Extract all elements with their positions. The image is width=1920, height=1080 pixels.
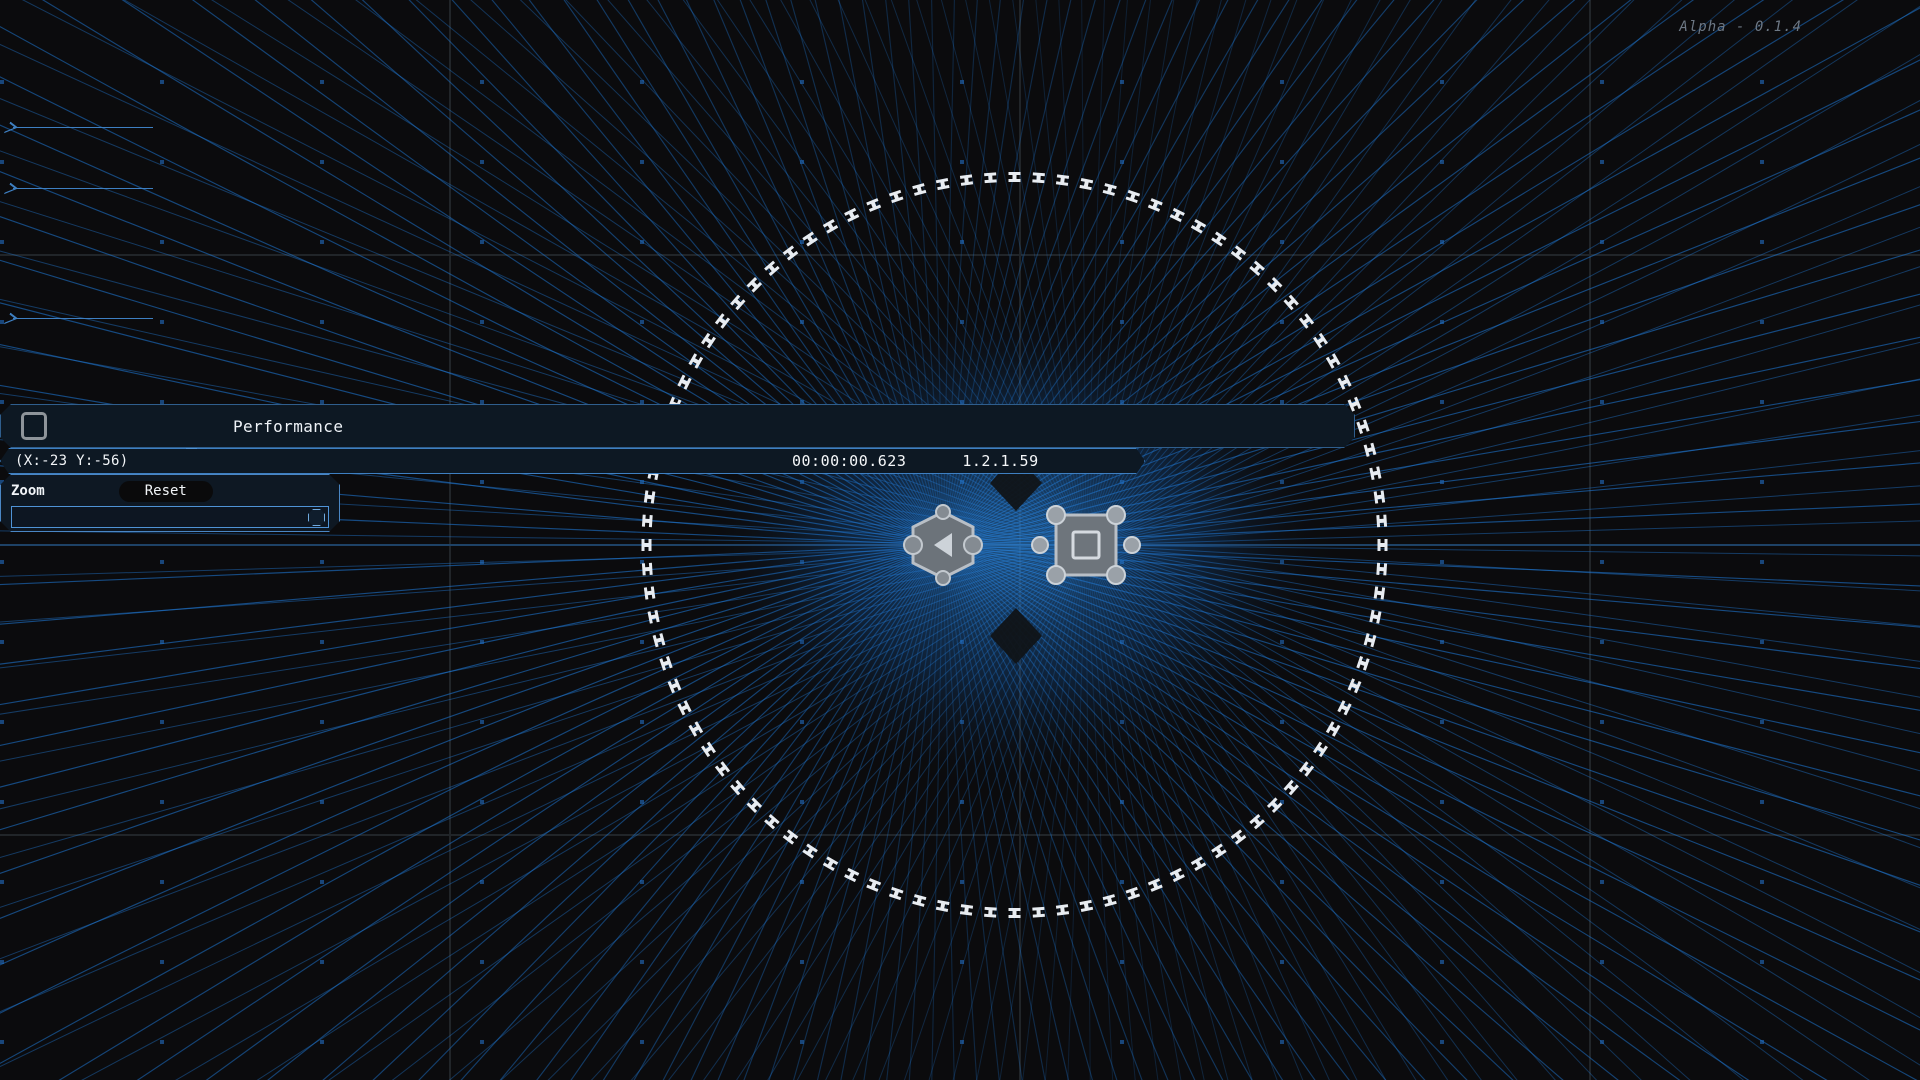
status-divider [191, 448, 192, 474]
canvas-graphics [0, 0, 1920, 1080]
status-bar: (X:-23 Y:-56) 00:00:00.623 1.2.1.59 [0, 448, 1145, 474]
app-window: Main Menu (Esc) Toolbox [0, 0, 1920, 1080]
timecode-display: 00:00:00.623 [792, 452, 906, 470]
transport-controls [1, 412, 61, 440]
zoom-label: Zoom [11, 483, 45, 499]
zoom-panel: Zoom Reset [0, 474, 340, 532]
zoom-slider[interactable] [11, 506, 329, 528]
toolbox-divider-3 [7, 312, 155, 325]
sequencer-canvas[interactable] [0, 0, 1920, 1080]
emitter-node [1032, 506, 1140, 584]
cursor-coordinates: (X:-23 Y:-56) [1, 453, 191, 469]
bars-beats-display: 1.2.1.59 [962, 452, 1038, 470]
zoom-slider-handle[interactable] [308, 509, 325, 526]
performance-mode-label: Performance [233, 417, 343, 436]
zoom-panel-header: Zoom Reset [11, 480, 329, 502]
top-toolbar: Performance Tempo 120 Tap Scale C [0, 404, 1355, 448]
zoom-reset-button[interactable]: Reset [119, 481, 213, 502]
toolbox-divider-2 [7, 182, 155, 195]
toolbox-divider-1 [7, 121, 155, 134]
version-label: Alpha - 0.1.4 [1679, 19, 1802, 35]
stop-square-icon[interactable] [21, 412, 47, 440]
